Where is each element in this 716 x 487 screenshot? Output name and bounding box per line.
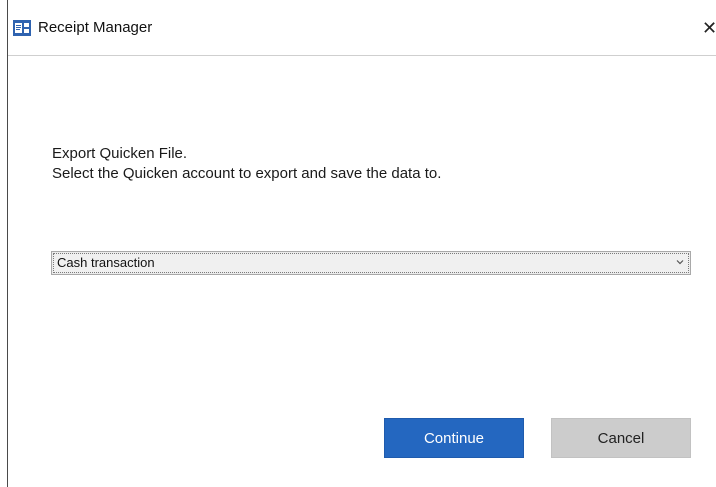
account-select-value: Cash transaction xyxy=(57,255,155,270)
instruction-heading: Export Quicken File. xyxy=(52,145,188,162)
receipt-manager-app-icon xyxy=(13,20,31,36)
close-icon[interactable]: ✕ xyxy=(702,17,716,39)
cancel-button[interactable]: Cancel xyxy=(551,418,691,458)
account-select[interactable]: Cash transaction xyxy=(51,251,691,275)
chevron-down-icon xyxy=(676,260,684,265)
instructions: Export Quicken File. Select the Quicken … xyxy=(52,144,441,184)
title-divider xyxy=(8,55,716,56)
window-title: Receipt Manager xyxy=(38,19,153,36)
receipt-manager-dialog: Receipt Manager ✕ Export Quicken File. S… xyxy=(0,0,716,487)
continue-button[interactable]: Continue xyxy=(384,418,524,458)
instruction-text: Select the Quicken account to export and… xyxy=(52,165,442,182)
window-frame-left xyxy=(7,0,8,487)
